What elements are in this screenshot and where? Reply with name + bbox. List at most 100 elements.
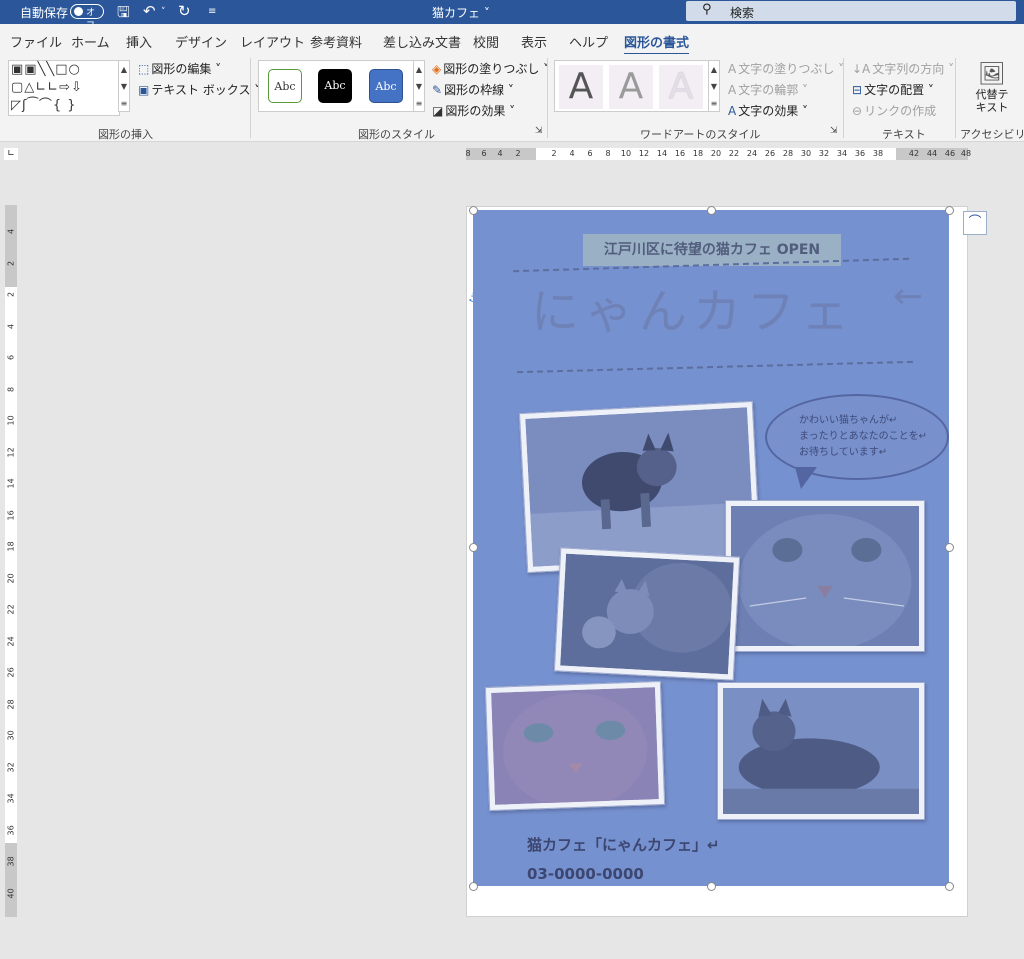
ruler-tick-label: 32 bbox=[6, 761, 16, 772]
tab-references[interactable]: 参考資料 bbox=[310, 32, 362, 51]
align-text-button[interactable]: ⊟ 文字の配置 ˅ bbox=[852, 81, 934, 98]
speech-bubble-tail bbox=[795, 467, 817, 489]
autosave-toggle[interactable]: オフ bbox=[70, 4, 104, 31]
tab-review[interactable]: 校閲 bbox=[473, 32, 499, 51]
ruler-tick-label: 24 bbox=[6, 635, 16, 646]
alt-text-button[interactable]: 🖼 代替テ キスト bbox=[970, 62, 1014, 114]
tab-insert[interactable]: 挿入 bbox=[126, 32, 152, 51]
horizontal-ruler[interactable]: 8 6 4 2 2 4 6 8 10 12 14 16 18 20 22 24 26 28 30 32 34 36 38 42… bbox=[465, 148, 972, 160]
tab-mailings[interactable]: 差し込み文書 bbox=[383, 32, 461, 51]
create-link-button[interactable]: ⊖ リンクの作成 bbox=[852, 102, 936, 119]
wordart-scroll-buttons[interactable]: ▲ ▼ ≡ bbox=[708, 60, 720, 112]
text-outline-button[interactable]: A 文字の輪郭 ˅ bbox=[728, 81, 808, 98]
group-label-accessibility: アクセシビリティ bbox=[960, 128, 1024, 141]
ruler-tick-label: 48 bbox=[960, 149, 972, 158]
text-direction-button[interactable]: ↓A 文字列の方向 ˅ bbox=[852, 60, 954, 77]
style-preset-blue[interactable]: Abc bbox=[369, 69, 403, 103]
shapes-gallery[interactable]: ▣▣╲╲□○ ▢△∟∟⇨⇩ ◸ʃ⁀⌒{ } bbox=[8, 60, 120, 116]
resize-handle-bottom-right[interactable] bbox=[945, 882, 954, 891]
tab-view[interactable]: 表示 bbox=[521, 32, 547, 51]
ruler-tick-label: 34 bbox=[6, 793, 16, 804]
shape-styles-scroll-buttons[interactable]: ▲ ▼ ≡ bbox=[413, 60, 425, 112]
text-box-icon: ▣ bbox=[138, 83, 150, 97]
ruler-tick-label: 28 bbox=[6, 698, 16, 709]
wordart-launcher-icon[interactable]: ⇲ bbox=[830, 126, 838, 136]
shape-styles-gallery: Abc Abc Abc bbox=[258, 60, 414, 112]
ruler-bottom-margin bbox=[5, 843, 17, 917]
search-placeholder: 検索 bbox=[730, 6, 755, 20]
ruler-tick-label: 8 bbox=[605, 149, 611, 158]
ruler-tick-label: 28 bbox=[782, 149, 794, 158]
ruler-tick-label: 6 bbox=[6, 354, 16, 361]
cat-face-closeup-image bbox=[731, 506, 919, 650]
resize-handle-bottom-left[interactable] bbox=[469, 882, 478, 891]
resize-handle-left[interactable] bbox=[469, 543, 478, 552]
ribbon: ▣▣╲╲□○ ▢△∟∟⇨⇩ ◸ʃ⁀⌒{ } ▲ ▼ ≡ ⬚ 図形の編集 ˅ ▣ テキスト… bbox=[0, 54, 1024, 142]
text-effects-button[interactable]: A 文字の効果 ˅ bbox=[728, 102, 808, 119]
resize-handle-bottom[interactable] bbox=[707, 882, 716, 891]
search-icon: ⚲ bbox=[702, 2, 712, 17]
edit-shape-button[interactable]: ⬚ 図形の編集 ˅ bbox=[138, 60, 221, 77]
style-preset-black[interactable]: Abc bbox=[318, 69, 352, 103]
ruler-tick-label: 6 bbox=[481, 149, 487, 158]
shape-outline-button[interactable]: ✎ 図形の枠線 ˅ bbox=[432, 81, 514, 98]
customize-quick-access-icon[interactable]: ≡ bbox=[208, 6, 216, 17]
ruler-tick-label: 10 bbox=[6, 415, 16, 426]
shapes-scroll-buttons[interactable]: ▲ ▼ ≡ bbox=[118, 60, 130, 112]
shape-styles-launcher-icon[interactable]: ⇲ bbox=[535, 126, 543, 136]
cat-photo-4 bbox=[484, 680, 666, 812]
resize-handle-top-right[interactable] bbox=[945, 206, 954, 215]
tab-shape-format[interactable]: 図形の書式 bbox=[624, 32, 690, 56]
ruler-tick-label: 44 bbox=[926, 149, 938, 158]
text-fill-icon: A bbox=[728, 62, 737, 76]
wordart-preset-3[interactable]: A bbox=[659, 65, 703, 109]
text-fill-button[interactable]: A 文字の塗りつぶし ˅ bbox=[728, 60, 844, 77]
vertical-ruler[interactable]: 4 2 2 4 6 8 10 12 14 16 18 20 22 24 26 28 30 32 34 36 38 40 bbox=[5, 205, 17, 917]
kittens-basket-image bbox=[560, 553, 734, 675]
text-direction-icon: ↓A bbox=[852, 62, 871, 76]
tab-selector[interactable]: ∟ bbox=[4, 148, 18, 160]
text-box-button[interactable]: ▣ テキスト ボックス ˅ bbox=[138, 81, 260, 98]
selected-shape[interactable]: 江戸川区に待望の猫カフェ OPEN にゃんカフェ ← かわいい猫ちゃんが↵ まっ… bbox=[473, 210, 949, 886]
redo-icon[interactable]: ↻ bbox=[178, 2, 191, 20]
wordart-preset-2[interactable]: A bbox=[609, 65, 653, 109]
resize-handle-right[interactable] bbox=[945, 543, 954, 552]
ruler-tick-label: 16 bbox=[674, 149, 686, 158]
ruler-tick-label: 22 bbox=[728, 149, 740, 158]
ruler-tick-label: 12 bbox=[638, 149, 650, 158]
document-title[interactable]: 猫カフェ ˅ bbox=[432, 4, 490, 21]
tab-design[interactable]: デザイン bbox=[175, 32, 227, 51]
undo-icon[interactable]: ↶ bbox=[143, 2, 156, 20]
search-box[interactable]: ⚲ 検索 bbox=[686, 1, 1016, 21]
ruler-tick-label: 40 bbox=[6, 887, 16, 898]
shape-fill-button[interactable]: ◈ 図形の塗りつぶし ˅ bbox=[432, 60, 549, 77]
ruler-tick-label: 2 bbox=[6, 291, 16, 298]
resize-handle-top[interactable] bbox=[707, 206, 716, 215]
layout-options-icon[interactable]: ⌒ bbox=[963, 211, 987, 235]
title-bar: 自動保存 オフ 🖫 ↶ ˅ ↻ ≡ 猫カフェ ˅ ⚲ 検索 bbox=[0, 0, 1024, 31]
tab-help[interactable]: ヘルプ bbox=[569, 32, 608, 51]
ruler-tick-label: 18 bbox=[692, 149, 704, 158]
ruler-tick-label: 8 bbox=[465, 149, 471, 158]
resize-handle-top-left[interactable] bbox=[469, 206, 478, 215]
undo-dropdown-icon[interactable]: ˅ bbox=[161, 7, 166, 17]
ruler-tick-label: 34 bbox=[836, 149, 848, 158]
ruler-tick-label: 4 bbox=[6, 323, 16, 329]
toggle-knob bbox=[74, 7, 83, 16]
ruler-tick-label: 30 bbox=[800, 149, 812, 158]
ruler-tick-label: 16 bbox=[6, 509, 16, 520]
ruler-tick-label: 4 bbox=[569, 149, 575, 158]
tab-home[interactable]: ホーム bbox=[71, 32, 110, 51]
style-preset-outline[interactable]: Abc bbox=[268, 69, 302, 103]
cat-photo-2 bbox=[725, 500, 925, 652]
ruler-tick-label: 8 bbox=[6, 386, 16, 392]
wordart-preset-1[interactable]: A bbox=[559, 65, 603, 109]
shape-effects-button[interactable]: ◪ 図形の効果 ˅ bbox=[432, 102, 515, 119]
ruler-tick-label: 38 bbox=[872, 149, 884, 158]
tab-layout[interactable]: レイアウト bbox=[240, 32, 305, 51]
orange-cat-face-image bbox=[491, 687, 659, 809]
bubble-line: お待ちしています↵ bbox=[799, 447, 888, 458]
tab-file[interactable]: ファイル bbox=[10, 32, 62, 51]
ruler-top-margin bbox=[5, 205, 17, 287]
ruler-tick-label: 2 bbox=[551, 149, 557, 158]
